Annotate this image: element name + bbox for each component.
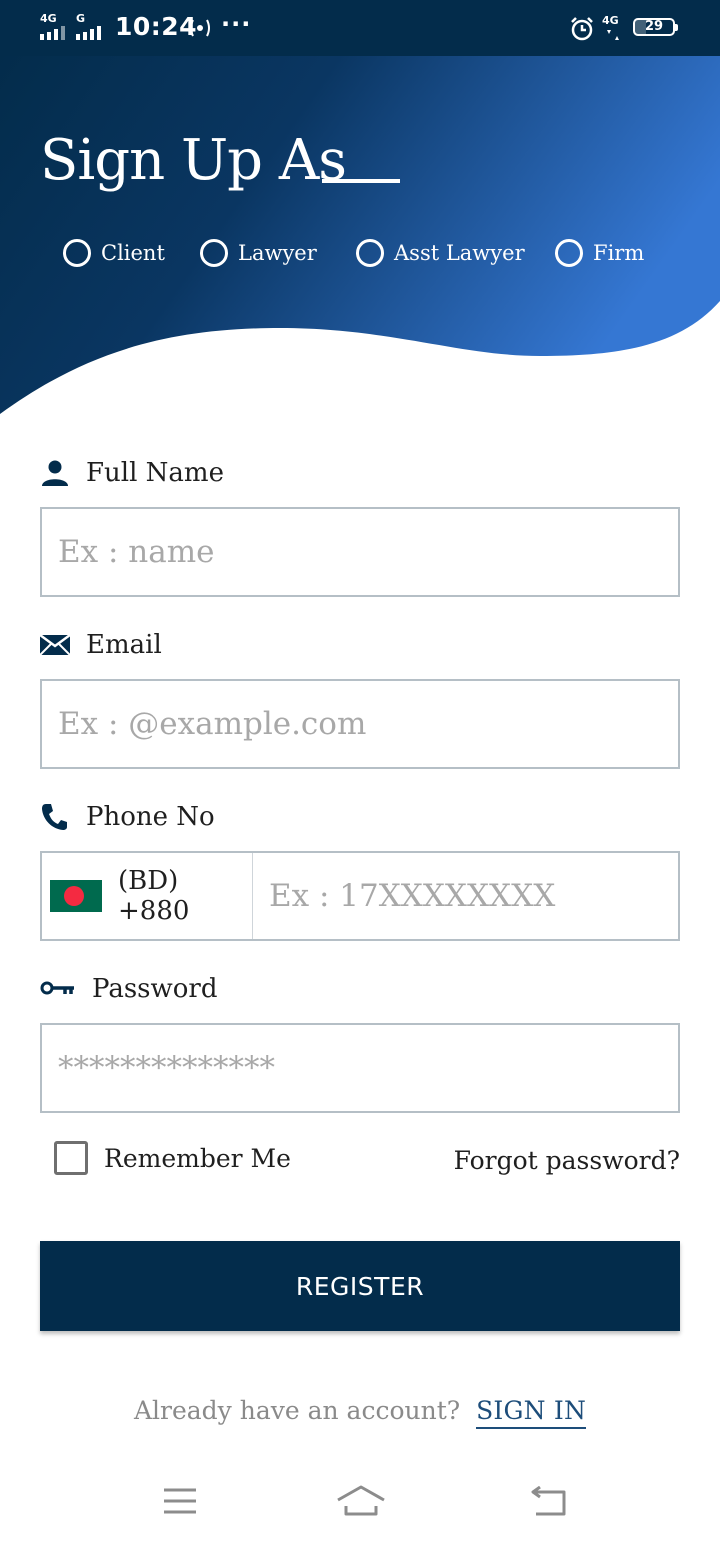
phone-icon [42,804,67,830]
password-label-text: Password [92,974,218,1004]
radio-icon[interactable] [200,239,228,267]
phone-label: Phone No [40,797,215,837]
clock: 10:24 [115,12,198,41]
more-notifications-icon: ··· [221,10,252,38]
back-icon[interactable] [528,1486,568,1518]
role-label-lawyer: Lawyer [238,241,317,265]
network-type-1: 4G [40,12,57,25]
battery-indicator: 29 [633,18,678,36]
email-label: Email [40,625,162,665]
phone-input[interactable] [253,853,678,939]
email-field[interactable] [40,679,680,769]
home-icon[interactable] [336,1484,386,1518]
password-label: Password [40,969,218,1009]
sign-in-link[interactable]: SIGN IN [476,1396,587,1429]
remember-me-checkbox[interactable] [54,1141,88,1175]
role-option-asst-lawyer[interactable]: Asst Lawyer [356,236,525,270]
status-bar: 4G G 10:24 ··· 4G 29 [0,0,720,56]
role-label-client: Client [101,241,165,265]
data-arrows-icon [607,30,619,40]
radio-icon[interactable] [63,239,91,267]
password-input[interactable] [42,1025,678,1111]
signal-icon-2 [76,26,101,40]
radio-icon[interactable] [356,239,384,267]
network-type-2: G [76,12,86,25]
page-title: Sign Up As [40,128,347,193]
country-code-selector[interactable]: (BD) +880 [42,853,253,939]
phone-label-text: Phone No [86,802,215,832]
password-field[interactable] [40,1023,680,1113]
signin-prompt: Already have an account? SIGN IN [0,1396,720,1429]
full-name-input[interactable] [42,509,678,595]
full-name-label: Full Name [40,453,224,493]
country-code: (BD) +880 [118,866,190,926]
role-label-asst-lawyer: Asst Lawyer [394,241,525,265]
full-name-label-text: Full Name [86,458,224,488]
signin-prompt-text: Already have an account? [133,1396,461,1425]
battery-level: 29 [644,19,664,34]
full-name-field[interactable] [40,507,680,597]
forgot-password-link[interactable]: Forgot password? [454,1146,680,1175]
envelope-icon [40,633,70,656]
signal-icon [40,26,65,40]
remember-me[interactable]: Remember Me [54,1141,291,1175]
email-label-text: Email [86,630,162,660]
remember-me-label: Remember Me [104,1143,291,1173]
network-type-3: 4G [602,14,619,27]
bangladesh-flag-icon [50,880,102,912]
register-button[interactable]: REGISTER [40,1241,680,1331]
person-icon [42,460,68,486]
role-label-firm: Firm [593,241,645,265]
radio-icon[interactable] [555,239,583,267]
role-option-lawyer[interactable]: Lawyer [200,236,317,270]
hotspot-icon [190,19,210,37]
email-input[interactable] [42,681,678,767]
role-option-client[interactable]: Client [63,236,165,270]
phone-field[interactable]: (BD) +880 [40,851,680,941]
role-option-firm[interactable]: Firm [555,236,644,270]
menu-icon[interactable] [162,1486,198,1516]
alarm-icon [571,17,593,41]
title-underline [322,179,400,183]
key-icon [40,981,74,995]
